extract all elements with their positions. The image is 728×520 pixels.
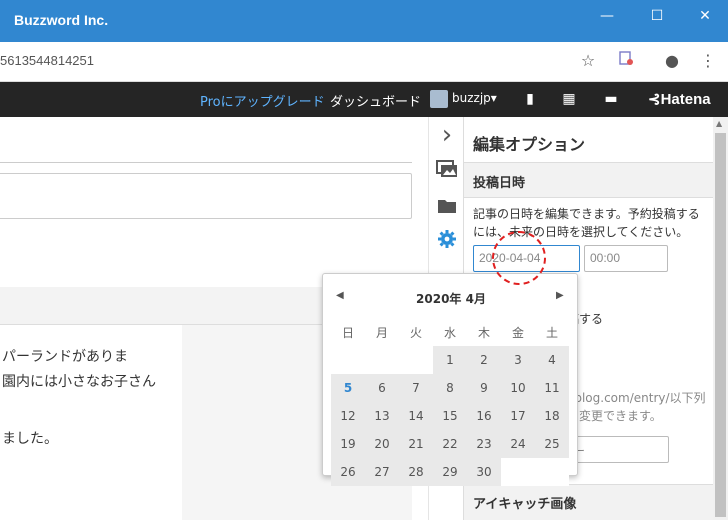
calendar-day[interactable]: 8 [433,374,467,402]
calendar-day[interactable]: 6 [365,374,399,402]
folder-icon[interactable] [433,195,461,223]
maximize-button[interactable]: ☐ [640,4,674,28]
profile-icon[interactable]: ● [661,50,683,72]
calendar-day[interactable]: 30 [467,458,501,486]
calendar-day[interactable]: 26 [331,458,365,486]
calendar-month-label: 2020年 4月 [416,292,486,306]
hatena-mark-icon: ⊰ [648,91,661,108]
hatena-logo[interactable]: ⊰Hatena [648,90,711,108]
calendar-week-row: 5 6 7 8 9 10 11 [331,374,569,402]
image-icon[interactable] [433,159,461,187]
time-input[interactable]: 00:00 [584,245,668,272]
weekday-row: 日 月 火 水 木 金 土 [331,318,569,346]
chevron-right-icon[interactable]: › [433,121,461,149]
calendar-week-row: 19 20 21 22 23 24 25 [331,430,569,458]
minimize-button[interactable]: — [590,4,624,28]
chevron-down-icon: ▾ [490,91,497,105]
user-menu[interactable]: buzzjp▾ [452,91,497,105]
calendar-day[interactable]: 16 [467,402,501,430]
close-button[interactable]: ✕ [688,4,722,28]
custom-url-field[interactable]: ー [567,436,669,463]
calendar-day[interactable]: 28 [399,458,433,486]
pro-upgrade-link[interactable]: Proにアップグレード [200,91,325,110]
highlight-circle [492,231,546,285]
calendar-day[interactable]: 27 [365,458,399,486]
calendar-week-row: 26 27 28 29 30 [331,458,569,486]
calendar-day[interactable]: 3 [501,346,535,374]
brand-text: Hatena [660,91,711,108]
bookmark-icon[interactable]: ▮ [519,88,541,110]
panel-scrollbar[interactable]: ▲ [713,117,728,520]
body-text-line: パーランドがありま [2,349,128,365]
address-bar: 5613544814251 ☆ ● ⋮ [0,42,728,82]
calendar-day[interactable]: 10 [501,374,535,402]
star-icon[interactable]: ☆ [577,50,599,72]
section-title: アイキャッチ画像 [473,497,577,512]
calendar-day[interactable]: 1 [433,346,467,374]
calendar-grid: 日 月 火 水 木 金 土 1 2 3 4 5 6 7 8 9 10 11 12 13 14 15 16 17 1… [331,318,569,486]
calendar-day[interactable]: 17 [501,402,535,430]
calendar-day[interactable]: 12 [331,402,365,430]
url-text[interactable]: 5613544814251 [0,53,94,68]
calendar-day[interactable]: 18 [535,402,569,430]
calendar-day[interactable]: 20 [365,430,399,458]
scroll-up-icon[interactable]: ▲ [716,119,722,128]
calendar-empty-cell [331,346,365,374]
calendar-day[interactable]: 11 [535,374,569,402]
extension-icon[interactable] [615,50,637,72]
body-text-line: 園内には小さなお子さん [2,374,156,390]
section-header-posted-date: 投稿日時 [464,162,714,198]
date-picker-calendar: ◀ 2020年 4月 ▶ 日 月 火 水 木 金 土 1 2 3 4 5 6 7 8 9 10 11… [322,273,578,486]
apps-icon[interactable]: ▦ [558,88,580,110]
calendar-day[interactable]: 14 [399,402,433,430]
calendar-day[interactable]: 25 [535,430,569,458]
section-header-eyecatch[interactable]: アイキャッチ画像 [464,484,714,520]
section-title: 投稿日時 [473,176,526,191]
calendar-day[interactable]: 2 [467,346,501,374]
scrollbar-thumb[interactable] [715,133,726,517]
calendar-empty-cell [365,346,399,374]
next-month-icon[interactable]: ▶ [556,290,564,301]
calendar-week-row: 12 13 14 15 16 17 18 [331,402,569,430]
calendar-day[interactable]: 29 [433,458,467,486]
title-input[interactable] [0,173,412,219]
dashboard-link[interactable]: ダッシュボード [330,91,421,110]
calendar-empty-cell [399,346,433,374]
calendar-day[interactable]: 22 [433,430,467,458]
avatar[interactable] [430,90,448,108]
weekday-label: 火 [409,325,422,340]
calendar-empty-cell [501,458,535,486]
title-divider [0,162,412,163]
calendar-day[interactable]: 21 [399,430,433,458]
weekday-label: 日 [341,325,354,340]
weekday-label: 水 [443,325,456,340]
calendar-day[interactable]: 9 [467,374,501,402]
calendar-day[interactable]: 4 [535,346,569,374]
calendar-day[interactable]: 24 [501,430,535,458]
window-titlebar: Buzzword Inc. — ☐ ✕ [0,0,728,42]
notification-icon[interactable]: ▬ [600,88,622,110]
weekday-label: 金 [511,325,524,340]
weekday-label: 木 [477,325,490,340]
menu-icon[interactable]: ⋮ [697,50,719,72]
calendar-day[interactable]: 5 [331,374,365,402]
calendar-day[interactable]: 19 [331,430,365,458]
weekday-label: 月 [375,325,388,340]
gear-icon[interactable] [433,229,461,257]
calendar-day[interactable]: 13 [365,402,399,430]
username: buzzjp [452,91,491,105]
weekday-label: 土 [545,325,558,340]
panel-title: 編集オプション [473,135,586,154]
calendar-day[interactable]: 15 [433,402,467,430]
body-text-line: ました。 [2,431,58,447]
calendar-week-row: 1234 [331,346,569,374]
hatena-nav: Proにアップグレード ダッシュボード buzzjp▾ ▮ ▦ ▬ ⊰Haten… [0,82,728,117]
calendar-day[interactable]: 23 [467,430,501,458]
calendar-day[interactable]: 7 [399,374,433,402]
calendar-empty-cell [535,458,569,486]
window-title: Buzzword Inc. [14,12,109,28]
custom-url-hint: ablog.com/entry/以下列に変更できます。 [567,391,706,423]
